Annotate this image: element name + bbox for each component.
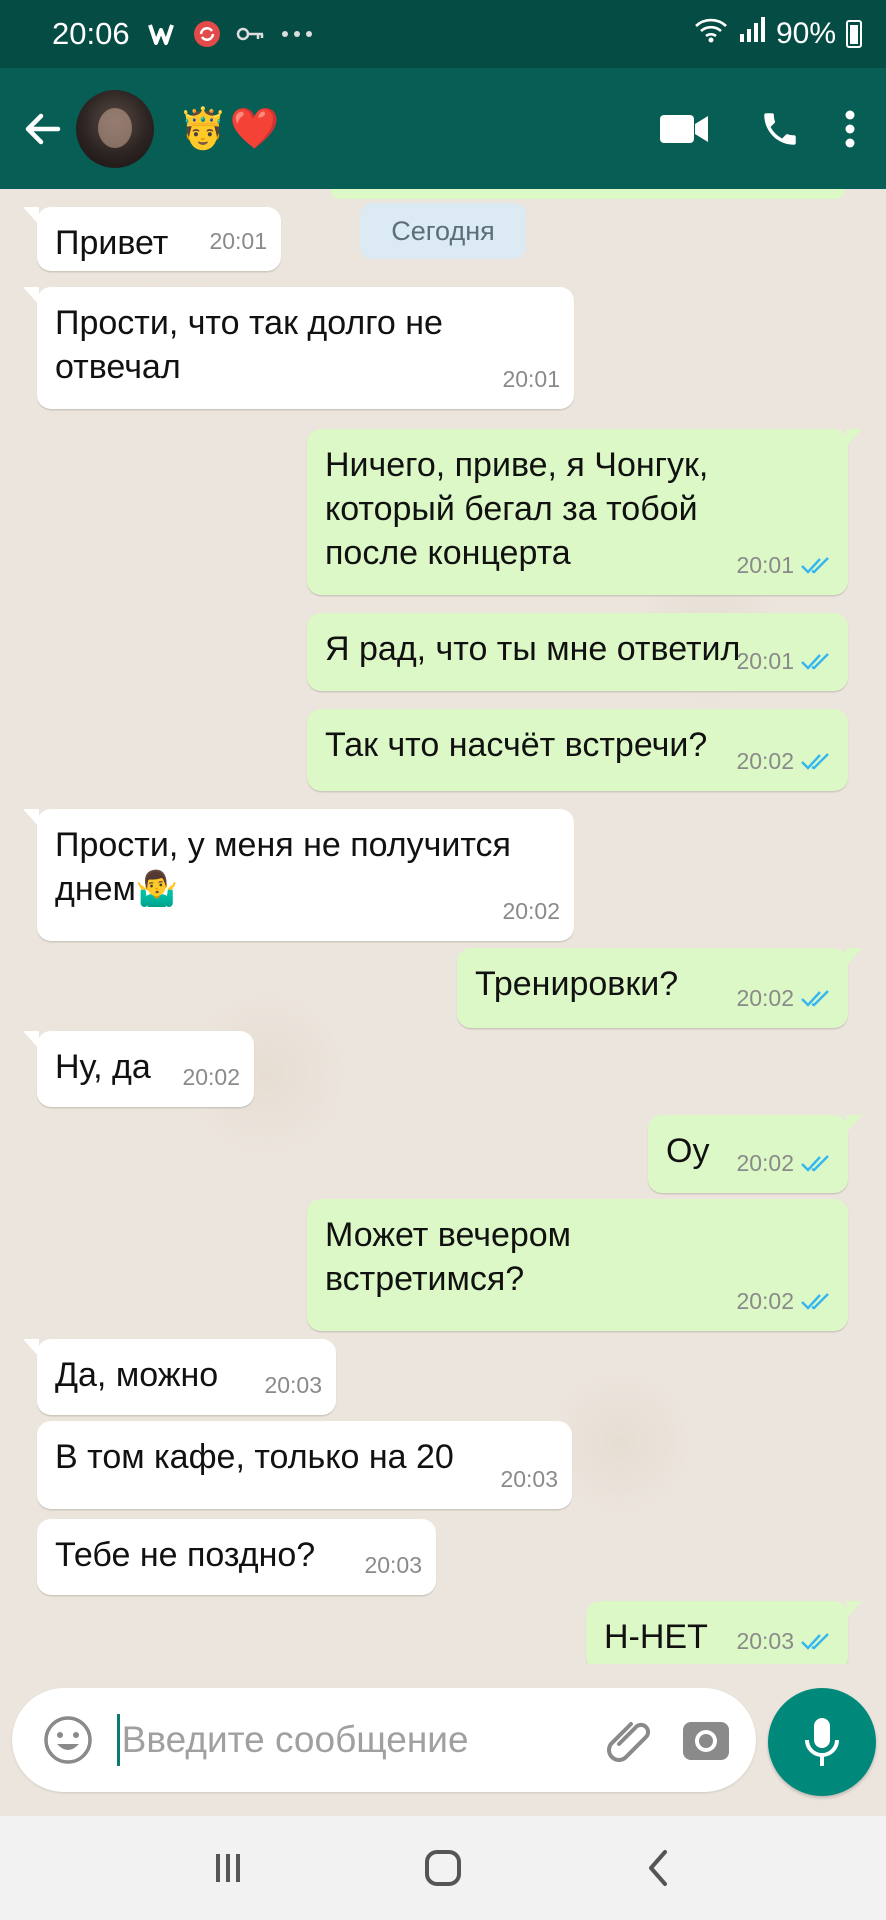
message-in[interactable]: В том кафе, только на 20 20:03 <box>37 1421 572 1509</box>
video-call-icon <box>660 114 708 143</box>
read-ticks-icon <box>801 1293 829 1310</box>
message-in[interactable]: Тебе не поздно? 20:03 <box>37 1519 436 1595</box>
battery-icon <box>846 20 862 48</box>
read-ticks-icon <box>801 753 829 770</box>
message-in[interactable]: Привет 20:01 <box>23 207 281 271</box>
date-separator: Сегодня <box>360 203 526 259</box>
message-time: 20:01 <box>736 648 794 674</box>
camera-button[interactable] <box>675 1702 738 1778</box>
chevron-left-icon <box>649 1850 668 1886</box>
attach-button[interactable] <box>598 1702 661 1778</box>
system-nav-bar <box>0 1816 886 1920</box>
message-time: 20:02 <box>736 1288 794 1314</box>
message-time: 20:01 <box>736 552 794 578</box>
read-ticks-icon <box>801 1155 829 1172</box>
microphone-icon <box>805 1718 839 1766</box>
read-ticks-icon <box>801 990 829 1007</box>
message-out[interactable]: Так что насчёт встречи? 20:02 <box>307 709 848 791</box>
camera-icon <box>683 1722 730 1760</box>
message-out[interactable]: Оу 20:02 <box>648 1115 862 1193</box>
message-input[interactable] <box>121 1719 598 1761</box>
message-in[interactable]: Да, можно 20:03 <box>23 1339 336 1415</box>
message-out[interactable]: Ничего, приве, я Чонгук, который бегал з… <box>307 429 862 595</box>
recents-icon <box>215 1854 240 1882</box>
message-time: 20:01 <box>502 366 560 392</box>
voice-call-button[interactable] <box>738 87 822 171</box>
message-out[interactable]: Я рад, что ты мне ответил 20:01 <box>307 613 848 691</box>
message-time: 20:03 <box>264 1372 322 1398</box>
home-button[interactable] <box>403 1828 483 1908</box>
read-ticks-icon <box>801 653 829 670</box>
message-time: 20:01 <box>209 228 267 254</box>
emoji-button[interactable] <box>36 1702 99 1778</box>
battery-percent: 90% <box>775 17 836 50</box>
more-dots <box>280 29 314 39</box>
contact-name[interactable]: 🤴❤️ <box>178 105 282 152</box>
w-app-icon <box>147 22 178 46</box>
more-vert-icon <box>845 110 855 147</box>
back-nav-button[interactable] <box>618 1828 698 1908</box>
chat-area[interactable]: Сегодня Привет 20:01 Прости, что так дол… <box>0 189 886 1664</box>
text-cursor <box>117 1714 120 1766</box>
sync-icon <box>192 19 222 49</box>
message-time: 20:02 <box>736 985 794 1011</box>
video-call-button[interactable] <box>642 87 726 171</box>
message-time: 20:03 <box>364 1552 422 1578</box>
status-bar: 20:06 90% <box>0 0 886 68</box>
message-in[interactable]: Прости, что так долго не отвечал 20:01 <box>23 287 574 409</box>
message-composer <box>12 1688 756 1792</box>
recents-button[interactable] <box>188 1828 268 1908</box>
voice-record-button[interactable] <box>768 1688 876 1796</box>
read-ticks-icon <box>801 557 829 574</box>
message-out[interactable]: Н-НЕТ 20:03 <box>586 1601 862 1664</box>
message-text: Прости, что так долго не отвечал <box>55 304 443 386</box>
previous-message-edge <box>330 189 845 199</box>
chat-header: 🤴❤️ <box>0 68 886 189</box>
message-time: 20:02 <box>182 1064 240 1090</box>
avatar[interactable] <box>76 89 154 168</box>
message-in[interactable]: Прости, у меня не получится днем🤷‍♂️ 20:… <box>23 809 574 941</box>
more-options-button[interactable] <box>822 87 878 171</box>
home-icon <box>424 1850 461 1886</box>
read-ticks-icon <box>801 1633 829 1650</box>
message-text: В том кафе, только на 20 <box>55 1438 454 1476</box>
back-arrow-icon <box>25 113 61 144</box>
key-icon <box>236 24 266 44</box>
signal-icon <box>738 16 766 52</box>
message-time: 20:03 <box>500 1466 558 1492</box>
paperclip-icon <box>607 1722 651 1762</box>
message-text: Прости, у меня не получится днем🤷‍♂️ <box>55 826 511 908</box>
emoji-icon <box>43 1716 92 1764</box>
message-time: 20:03 <box>736 1628 794 1654</box>
phone-icon <box>764 112 796 145</box>
back-button[interactable] <box>10 97 74 161</box>
message-time: 20:02 <box>502 898 560 924</box>
message-time: 20:02 <box>736 748 794 774</box>
wifi-icon <box>694 16 728 52</box>
message-time: 20:02 <box>736 1150 794 1176</box>
status-time: 20:06 <box>52 16 130 51</box>
message-out[interactable]: Может вечером встретимся? 20:02 <box>307 1199 848 1331</box>
message-in[interactable]: Ну, да 20:02 <box>23 1031 254 1107</box>
message-out[interactable]: Тренировки? 20:02 <box>457 948 862 1028</box>
